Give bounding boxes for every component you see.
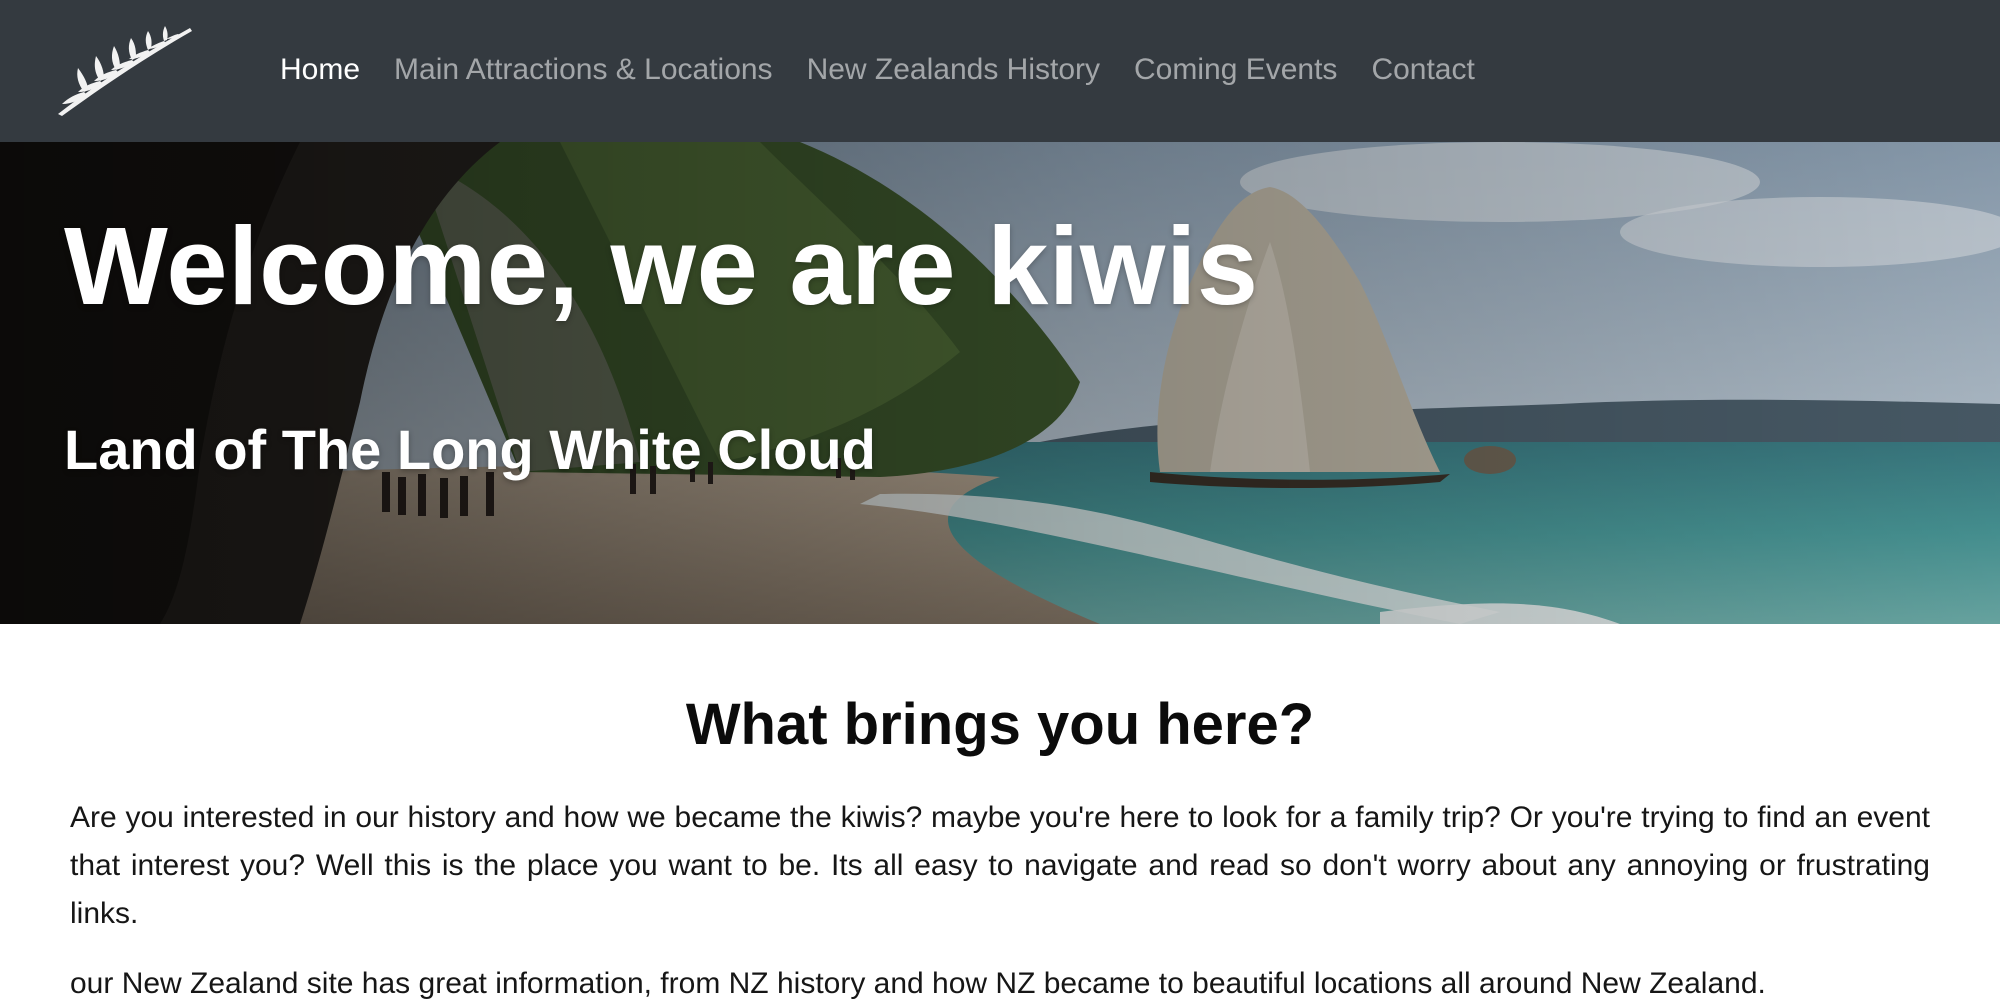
hero-title: Welcome, we are kiwis — [64, 205, 1259, 328]
nav-link-contact[interactable]: Contact — [1371, 48, 1474, 92]
nav-link-home[interactable]: Home — [280, 48, 360, 92]
hero-subtitle: Land of The Long White Cloud — [64, 418, 876, 481]
intro-paragraph: Are you interested in our history and ho… — [70, 801, 1930, 930]
nav-link-history[interactable]: New Zealands History — [807, 48, 1100, 92]
nav-link-main-attractions[interactable]: Main Attractions & Locations — [394, 48, 773, 92]
nav-links: Home Main Attractions & Locations New Ze… — [280, 48, 1509, 92]
info-paragraph: our New Zealand site has great informati… — [70, 967, 1766, 1000]
main-content: What brings you here? Are you interested… — [70, 690, 1930, 1008]
section-heading: What brings you here? — [685, 692, 1315, 757]
top-navbar: Home Main Attractions & Locations New Ze… — [0, 0, 2000, 142]
hero-banner: Welcome, we are kiwis Land of The Long W… — [0, 142, 2000, 624]
nav-link-coming-events[interactable]: Coming Events — [1134, 48, 1337, 92]
silver-fern-icon[interactable] — [54, 24, 194, 118]
